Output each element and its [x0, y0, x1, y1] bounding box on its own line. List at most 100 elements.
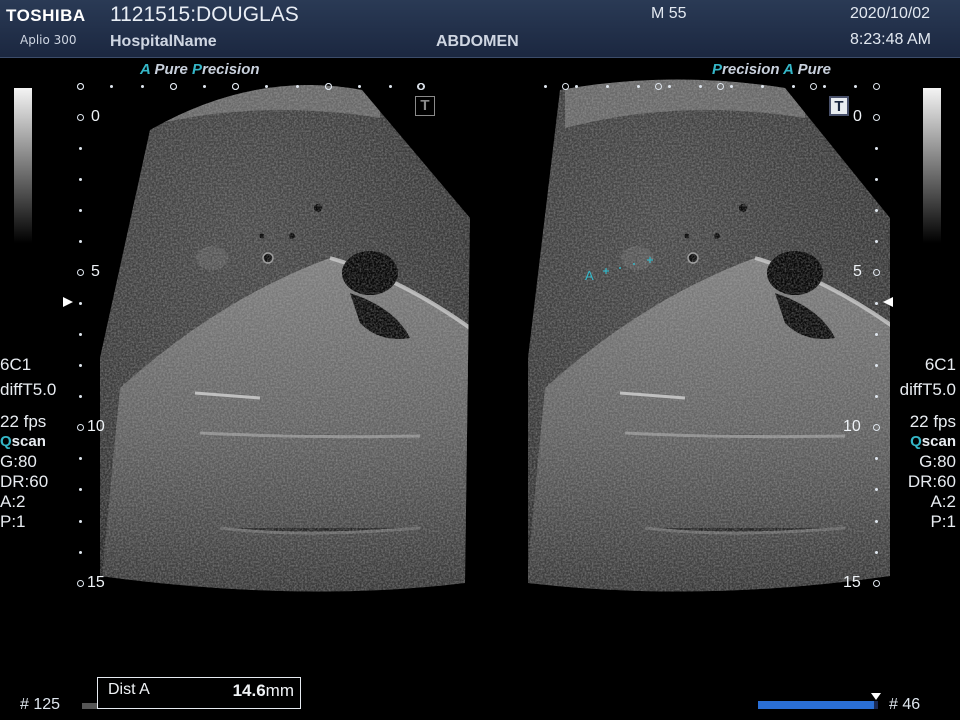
measurement-value: 14.6	[232, 681, 266, 700]
depth-scale-tick	[79, 364, 82, 367]
exam-preset: ABDOMEN	[436, 33, 519, 50]
depth-scale-tick	[79, 550, 82, 554]
measurement-box: Dist A 14.6mm	[97, 677, 301, 709]
lateral-scale-tick	[296, 85, 299, 88]
lateral-scale-marker	[810, 83, 817, 90]
grayscale-bar-right	[923, 88, 941, 243]
patient-id: 1121515:DOUGLAS	[110, 3, 299, 26]
depth-label-left-0: 0	[91, 108, 100, 125]
lateral-scale-tick	[699, 85, 702, 88]
probe-label: 6C1	[924, 355, 956, 374]
grayscale-bar-left	[14, 88, 32, 243]
lateral-scale-tick	[203, 85, 206, 88]
lateral-scale-tick	[854, 85, 857, 88]
depth-label-right-15: 15	[843, 574, 861, 591]
qscan-q: Q	[910, 433, 922, 450]
lateral-scale-tick	[606, 85, 609, 88]
lateral-scale-marker	[655, 83, 662, 90]
frame-counter-right: # 46	[889, 696, 921, 713]
focus-marker-left-icon[interactable]	[62, 296, 74, 308]
hospital-name: HospitalName	[110, 33, 217, 50]
feature-a: A	[783, 61, 794, 78]
depth-scale-tick	[875, 364, 878, 367]
qscan-q: Q	[0, 433, 12, 450]
caliper-line[interactable]	[598, 253, 658, 275]
feature-a: A	[140, 61, 151, 78]
lateral-scale-marker	[77, 83, 84, 90]
qscan-label: scan	[11, 433, 46, 450]
dr-label: DR:60	[907, 472, 956, 491]
measurement-value-group: 14.6mm	[233, 681, 294, 701]
depth-scale-marker	[77, 580, 84, 587]
lateral-scale-tick	[141, 85, 144, 88]
exam-date: 2020/10/02	[850, 5, 931, 22]
cine-bar-right[interactable]	[758, 701, 878, 709]
mode-label: diffT5.0	[0, 380, 57, 399]
depth-scale-tick	[875, 147, 878, 150]
params-left: 6C1 diffT5.0 22 fps Qscan G:80 DR:60 A:2…	[0, 355, 56, 532]
mode-label: diffT5.0	[899, 380, 956, 399]
orientation-marker-left[interactable]: T	[415, 96, 435, 116]
cine-bar-fill	[758, 701, 875, 709]
orientation-marker-right[interactable]: T	[829, 96, 849, 116]
lateral-scale-tick	[761, 85, 764, 88]
lateral-scale-marker	[717, 83, 724, 90]
lateral-scale-marker	[417, 83, 424, 90]
qscan-label: scan	[921, 433, 956, 450]
lateral-scale-tick	[668, 85, 671, 88]
a-label: A:2	[930, 492, 956, 511]
depth-scale-tick	[79, 333, 82, 336]
fps-label: 22 fps	[909, 412, 956, 431]
ultrasound-images	[0, 58, 960, 598]
lateral-scale-marker	[232, 83, 239, 90]
depth-scale-marker	[873, 424, 880, 431]
lateral-scale-tick	[544, 85, 547, 88]
lateral-scale-tick	[730, 85, 733, 88]
lateral-scale-tick	[110, 85, 113, 88]
depth-label-right-10: 10	[843, 418, 861, 435]
measurement-unit: mm	[265, 681, 294, 700]
fps-label: 22 fps	[0, 412, 47, 431]
depth-scale-tick	[875, 209, 878, 212]
params-right: 6C1 diffT5.0 22 fps Qscan G:80 DR:60 A:2…	[900, 355, 956, 532]
measurement-label: Dist A	[108, 681, 150, 698]
gain-label: G:80	[0, 452, 37, 471]
exam-time: 8:23:48 AM	[850, 31, 931, 48]
depth-scale-tick	[875, 240, 878, 243]
depth-scale-tick	[79, 302, 82, 305]
depth-scale-marker	[77, 269, 84, 276]
depth-scale-tick	[79, 240, 82, 243]
depth-label-left-5: 5	[91, 263, 100, 280]
depth-scale-tick	[79, 395, 82, 398]
depth-label-right-0: 0	[853, 108, 862, 125]
feature-pure: Pure	[154, 61, 188, 78]
p-label: P:1	[930, 512, 956, 531]
lateral-scale-tick	[389, 85, 392, 88]
depth-scale-tick	[875, 519, 878, 523]
depth-scale-tick	[79, 209, 82, 212]
p-label: P:1	[0, 512, 26, 531]
depth-scale-tick	[79, 147, 82, 150]
feature-precision: recision	[722, 61, 780, 78]
feature-pure: Pure	[797, 61, 831, 78]
lateral-scale-tick	[792, 85, 795, 88]
depth-label-right-5: 5	[853, 263, 862, 280]
pure-precision-label-left: A Pure Precision	[140, 61, 260, 78]
lateral-scale-tick	[265, 85, 268, 88]
focus-marker-right-icon[interactable]	[882, 296, 894, 308]
probe-label: 6C1	[0, 355, 32, 374]
lateral-scale-tick	[358, 85, 361, 88]
brand-logo: TOSHIBA	[6, 6, 86, 25]
lateral-scale-tick	[823, 85, 826, 88]
lateral-scale-marker	[170, 83, 177, 90]
lateral-scale-marker	[562, 83, 569, 90]
header-bar: TOSHIBA Aplio 300 1121515:DOUGLAS Hospit…	[0, 0, 960, 58]
depth-scale-tick	[79, 178, 82, 181]
depth-scale-marker	[873, 114, 880, 121]
depth-scale-marker	[873, 269, 880, 276]
depth-scale-tick	[875, 333, 878, 336]
feature-p: P	[191, 61, 202, 78]
feature-precision: recision	[202, 61, 260, 78]
lateral-scale-marker	[325, 83, 332, 90]
system-model: Aplio 300	[20, 33, 77, 47]
